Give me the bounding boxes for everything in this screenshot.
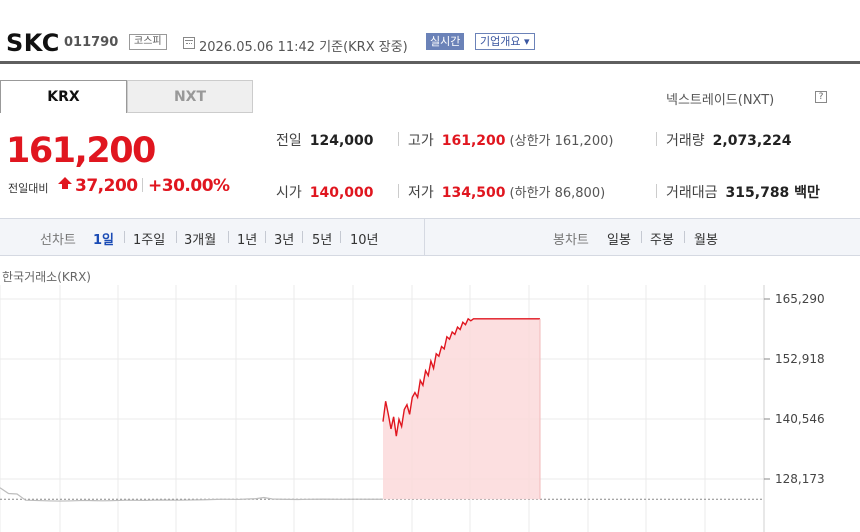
divider: [176, 231, 177, 243]
open-price: 시가 140,000: [276, 182, 374, 202]
y-tick-label: 140,546: [775, 412, 825, 426]
low-price: 저가 134,500 (하한가 86,800): [408, 182, 605, 202]
candle-weekly[interactable]: 주봉: [650, 229, 674, 248]
amount-value: 315,788 백만: [725, 185, 820, 201]
low-label: 저가: [408, 185, 434, 201]
stock-code: 011790: [64, 35, 119, 50]
low-value: 134,500: [441, 185, 506, 201]
line-chart-label: 선차트: [40, 233, 76, 248]
high-label: 고가: [408, 133, 434, 149]
price-chart: 165,290 152,918 140,546 128,173: [0, 285, 825, 532]
company-overview-dropdown[interactable]: 기업개요 ▾: [475, 33, 535, 50]
open-value: 140,000: [309, 185, 374, 201]
realtime-button[interactable]: 실시간: [426, 33, 465, 50]
prev-close: 전일 124,000: [276, 130, 374, 150]
candle-chart-label: 봉차트: [553, 233, 589, 248]
chart-toolbar: 선차트 1일 1주일 3개월 1년 3년 5년 10년 봉차트 일봉 주봉 월봉: [0, 218, 860, 256]
amount-label: 거래대금: [666, 185, 718, 201]
divider: [641, 231, 642, 243]
lower-limit: (하한가 86,800): [509, 186, 606, 201]
nextrade-link[interactable]: 넥스트레이드(NXT): [666, 89, 774, 108]
divider: [142, 178, 143, 192]
volume: 거래량 2,073,224: [666, 130, 791, 150]
period-5y[interactable]: 5년: [312, 229, 332, 248]
divider: [424, 219, 425, 255]
price-change: 37,200: [75, 176, 138, 196]
market-badge: 코스피: [129, 34, 167, 50]
price-change-rate: +30.00%: [148, 176, 230, 196]
candle-monthly[interactable]: 월봉: [694, 229, 718, 248]
volume-value: 2,073,224: [712, 133, 792, 149]
open-label: 시가: [276, 185, 302, 201]
upper-limit: (상한가 161,200): [509, 134, 614, 149]
period-1w[interactable]: 1주일: [133, 229, 165, 248]
tab-nxt[interactable]: NXT: [127, 80, 253, 113]
tab-krx[interactable]: KRX: [0, 80, 127, 113]
up-arrow-icon: [58, 177, 72, 189]
company-name: SKC: [6, 29, 60, 57]
current-price: 161,200: [6, 131, 156, 171]
divider: [656, 184, 657, 198]
change-label: 전일대비: [8, 182, 49, 195]
help-icon[interactable]: ?: [815, 91, 827, 103]
stock-header: SKC 011790 코스피 2026.05.06 11:42 기준(KRX 장…: [0, 0, 860, 64]
divider: [656, 132, 657, 146]
y-tick-label: 128,173: [775, 472, 825, 486]
divider: [340, 231, 341, 243]
calendar-icon: [183, 37, 195, 49]
trading-amount: 거래대금 315,788 백만: [666, 182, 820, 202]
y-tick-label: 165,290: [775, 292, 825, 306]
volume-label: 거래량: [666, 133, 705, 149]
divider: [265, 231, 266, 243]
divider: [398, 184, 399, 198]
y-tick-label: 152,918: [775, 352, 825, 366]
chart-title: 한국거래소(KRX): [2, 270, 91, 284]
divider: [398, 132, 399, 146]
prev-close-value: 124,000: [309, 133, 374, 149]
quote-datetime: 2026.05.06 11:42 기준(KRX 장중): [199, 40, 408, 55]
period-3y[interactable]: 3년: [274, 229, 294, 248]
divider: [684, 231, 685, 243]
period-1d[interactable]: 1일: [93, 229, 114, 248]
candle-daily[interactable]: 일봉: [607, 229, 631, 248]
high-price: 고가 161,200 (상한가 161,200): [408, 130, 613, 150]
divider: [124, 231, 125, 243]
period-10y[interactable]: 10년: [350, 229, 379, 248]
prev-close-label: 전일: [276, 133, 302, 149]
divider: [302, 231, 303, 243]
period-3m[interactable]: 3개월: [184, 229, 216, 248]
divider: [228, 231, 229, 243]
high-value: 161,200: [441, 133, 506, 149]
period-1y[interactable]: 1년: [237, 229, 257, 248]
today-price-area: [383, 318, 540, 500]
